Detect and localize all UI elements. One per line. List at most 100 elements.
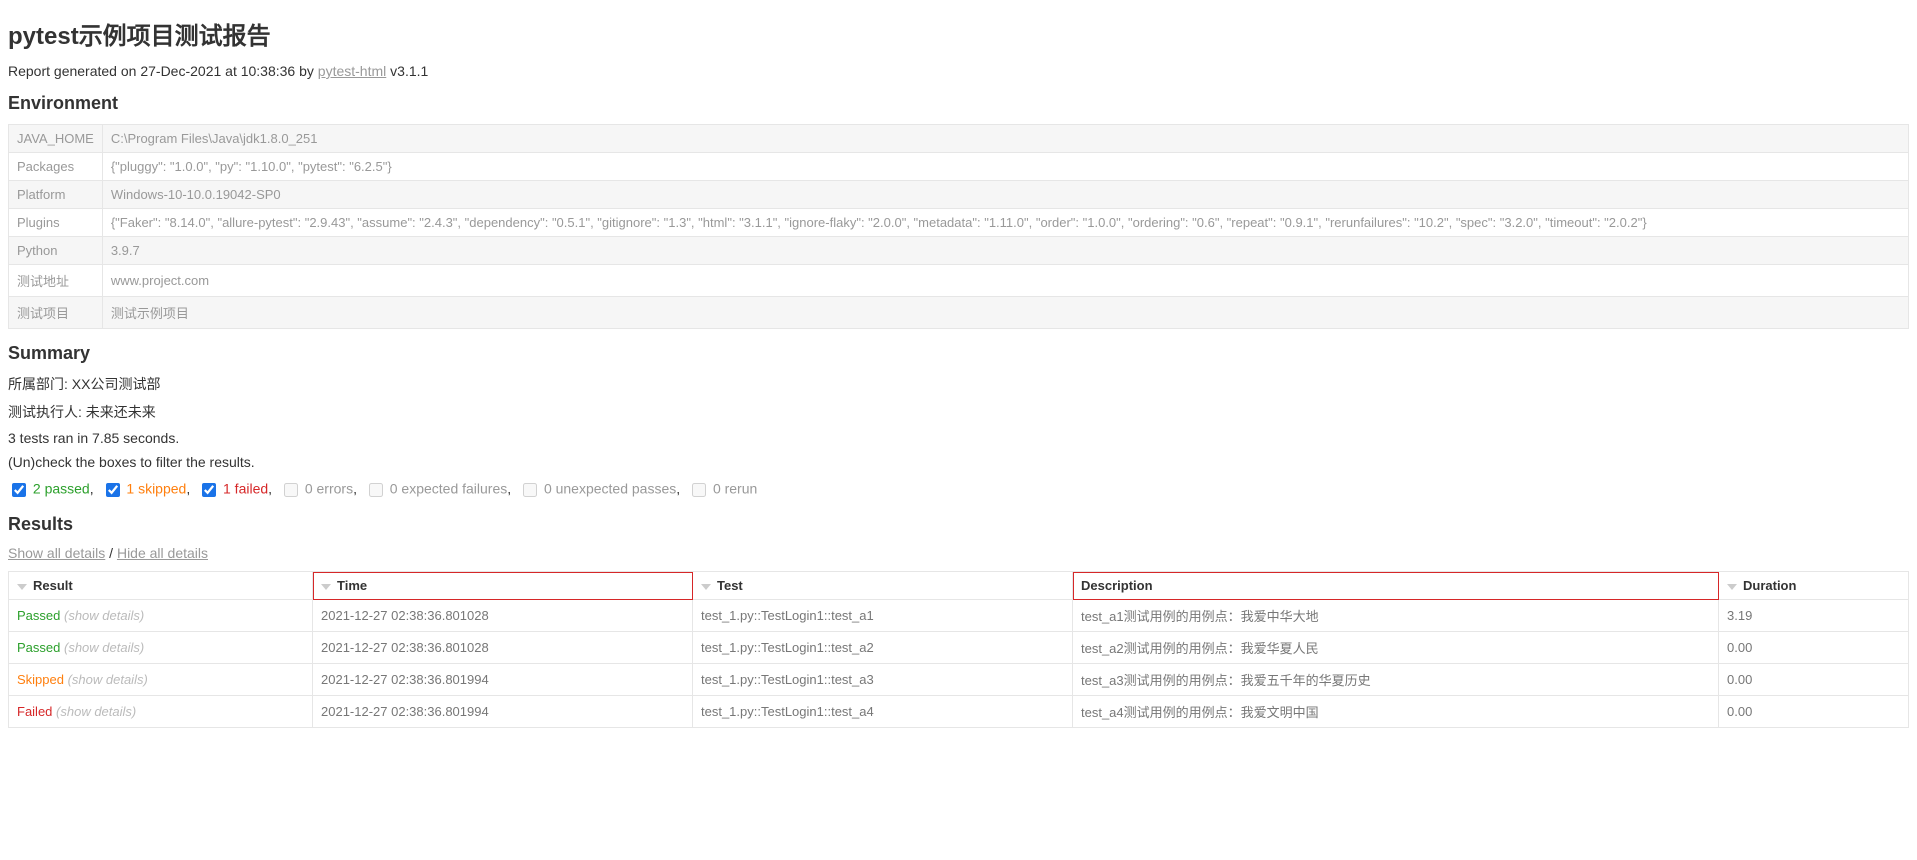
duration-cell: 0.00 bbox=[1719, 696, 1909, 728]
sort-icon bbox=[17, 584, 27, 590]
details-toggle-links: Show all details / Hide all details bbox=[8, 545, 1909, 561]
env-row: PlatformWindows-10-10.0.19042-SP0 bbox=[9, 181, 1909, 209]
env-key: 测试项目 bbox=[9, 297, 103, 329]
filter-failed-checkbox[interactable] bbox=[202, 483, 216, 497]
env-value: Windows-10-10.0.19042-SP0 bbox=[102, 181, 1908, 209]
result-cell: Skipped (show details) bbox=[9, 664, 313, 696]
filter-errors-checkbox bbox=[284, 483, 298, 497]
filter-xpass: 0 unexpected passes, bbox=[519, 480, 680, 500]
table-row: Skipped (show details)2021-12-27 02:38:3… bbox=[9, 664, 1909, 696]
col-time-header[interactable]: Time bbox=[313, 572, 693, 600]
col-description-label: Description bbox=[1081, 578, 1153, 593]
filter-rerun-label: 0 rerun bbox=[713, 481, 757, 497]
col-test-label: Test bbox=[717, 578, 743, 593]
table-row: Passed (show details)2021-12-27 02:38:36… bbox=[9, 600, 1909, 632]
env-key: 测试地址 bbox=[9, 265, 103, 297]
filter-skipped: 1 skipped, bbox=[102, 480, 191, 500]
env-value: 测试示例项目 bbox=[102, 297, 1908, 329]
duration-cell: 0.00 bbox=[1719, 664, 1909, 696]
env-value: www.project.com bbox=[102, 265, 1908, 297]
filter-skipped-checkbox[interactable] bbox=[106, 483, 120, 497]
filter-xfail-checkbox bbox=[369, 483, 383, 497]
col-duration-header[interactable]: Duration bbox=[1719, 572, 1909, 600]
env-key: Packages bbox=[9, 153, 103, 181]
environment-heading: Environment bbox=[8, 93, 1909, 114]
filter-checkboxes: 2 passed, 1 skipped, 1 failed, 0 errors,… bbox=[8, 480, 1909, 500]
result-cell: Passed (show details) bbox=[9, 600, 313, 632]
filter-xfail-label: 0 expected failures bbox=[390, 481, 508, 497]
filter-errors: 0 errors, bbox=[280, 480, 357, 500]
filter-errors-label: 0 errors bbox=[305, 481, 353, 497]
env-value: C:\Program Files\Java\jdk1.8.0_251 bbox=[102, 125, 1908, 153]
result-cell: Passed (show details) bbox=[9, 632, 313, 664]
filter-xpass-checkbox bbox=[523, 483, 537, 497]
time-cell: 2021-12-27 02:38:36.801994 bbox=[313, 696, 693, 728]
department-value: XX公司测试部 bbox=[72, 376, 161, 392]
result-label: Passed bbox=[17, 640, 64, 655]
filter-passed-label[interactable]: 2 passed bbox=[33, 481, 90, 497]
result-cell: Failed (show details) bbox=[9, 696, 313, 728]
result-label: Skipped bbox=[17, 672, 68, 687]
description-cell: test_a3测试用例的用例点：我爱五千年的华夏历史 bbox=[1073, 664, 1719, 696]
col-result-label: Result bbox=[33, 578, 73, 593]
env-value: {"Faker": "8.14.0", "allure-pytest": "2.… bbox=[102, 209, 1908, 237]
env-row: Plugins{"Faker": "8.14.0", "allure-pytes… bbox=[9, 209, 1909, 237]
filter-skipped-label[interactable]: 1 skipped bbox=[126, 481, 186, 497]
table-row: Failed (show details)2021-12-27 02:38:36… bbox=[9, 696, 1909, 728]
summary-heading: Summary bbox=[8, 343, 1909, 364]
col-time-label: Time bbox=[337, 578, 367, 593]
show-details-link[interactable]: (show details) bbox=[56, 704, 136, 719]
duration-cell: 0.00 bbox=[1719, 632, 1909, 664]
show-all-details-link[interactable]: Show all details bbox=[8, 545, 105, 561]
results-heading: Results bbox=[8, 514, 1909, 535]
col-duration-label: Duration bbox=[1743, 578, 1796, 593]
time-cell: 2021-12-27 02:38:36.801028 bbox=[313, 632, 693, 664]
results-table: Result Time Test Description Duration Pa… bbox=[8, 571, 1909, 728]
show-details-link[interactable]: (show details) bbox=[64, 640, 144, 655]
show-details-link[interactable]: (show details) bbox=[64, 608, 144, 623]
col-description-header[interactable]: Description bbox=[1073, 572, 1719, 600]
env-row: 测试项目测试示例项目 bbox=[9, 297, 1909, 329]
filter-failed-label[interactable]: 1 failed bbox=[223, 481, 268, 497]
filter-rerun: 0 rerun bbox=[688, 480, 757, 500]
env-row: 测试地址www.project.com bbox=[9, 265, 1909, 297]
report-generated-line: Report generated on 27-Dec-2021 at 10:38… bbox=[8, 63, 1909, 79]
plugin-version: v3.1.1 bbox=[386, 63, 428, 79]
result-label: Passed bbox=[17, 608, 64, 623]
tests-ran-line: 3 tests ran in 7.85 seconds. bbox=[8, 430, 1909, 446]
filter-passed-checkbox[interactable] bbox=[12, 483, 26, 497]
show-details-link[interactable]: (show details) bbox=[68, 672, 148, 687]
filter-passed: 2 passed, bbox=[8, 480, 94, 500]
test-cell: test_1.py::TestLogin1::test_a4 bbox=[693, 696, 1073, 728]
page-title: pytest示例项目测试报告 bbox=[8, 16, 1909, 51]
sort-icon bbox=[1727, 584, 1737, 590]
filter-failed: 1 failed, bbox=[198, 480, 272, 500]
env-row: Python3.9.7 bbox=[9, 237, 1909, 265]
filter-rerun-checkbox bbox=[692, 483, 706, 497]
duration-cell: 3.19 bbox=[1719, 600, 1909, 632]
col-result-header[interactable]: Result bbox=[9, 572, 313, 600]
env-row: JAVA_HOMEC:\Program Files\Java\jdk1.8.0_… bbox=[9, 125, 1909, 153]
time-cell: 2021-12-27 02:38:36.801994 bbox=[313, 664, 693, 696]
executor-value: 未来还未来 bbox=[86, 404, 156, 420]
generated-date: 27-Dec-2021 at 10:38:36 bbox=[140, 63, 295, 79]
filter-xfail: 0 expected failures, bbox=[365, 480, 511, 500]
test-cell: test_1.py::TestLogin1::test_a3 bbox=[693, 664, 1073, 696]
test-cell: test_1.py::TestLogin1::test_a1 bbox=[693, 600, 1073, 632]
executor-line: 测试执行人: 未来还未来 bbox=[8, 402, 1909, 422]
sort-icon bbox=[321, 584, 331, 590]
env-row: Packages{"pluggy": "1.0.0", "py": "1.10.… bbox=[9, 153, 1909, 181]
department-line: 所属部门: XX公司测试部 bbox=[8, 374, 1909, 394]
description-cell: test_a1测试用例的用例点：我爱中华大地 bbox=[1073, 600, 1719, 632]
col-test-header[interactable]: Test bbox=[693, 572, 1073, 600]
env-key: Plugins bbox=[9, 209, 103, 237]
env-key: Platform bbox=[9, 181, 103, 209]
hide-all-details-link[interactable]: Hide all details bbox=[117, 545, 208, 561]
table-row: Passed (show details)2021-12-27 02:38:36… bbox=[9, 632, 1909, 664]
env-value: 3.9.7 bbox=[102, 237, 1908, 265]
pytest-html-link[interactable]: pytest-html bbox=[318, 63, 386, 79]
environment-table: JAVA_HOMEC:\Program Files\Java\jdk1.8.0_… bbox=[8, 124, 1909, 329]
description-cell: test_a2测试用例的用例点：我爱华夏人民 bbox=[1073, 632, 1719, 664]
env-value: {"pluggy": "1.0.0", "py": "1.10.0", "pyt… bbox=[102, 153, 1908, 181]
generated-by: by bbox=[295, 63, 318, 79]
